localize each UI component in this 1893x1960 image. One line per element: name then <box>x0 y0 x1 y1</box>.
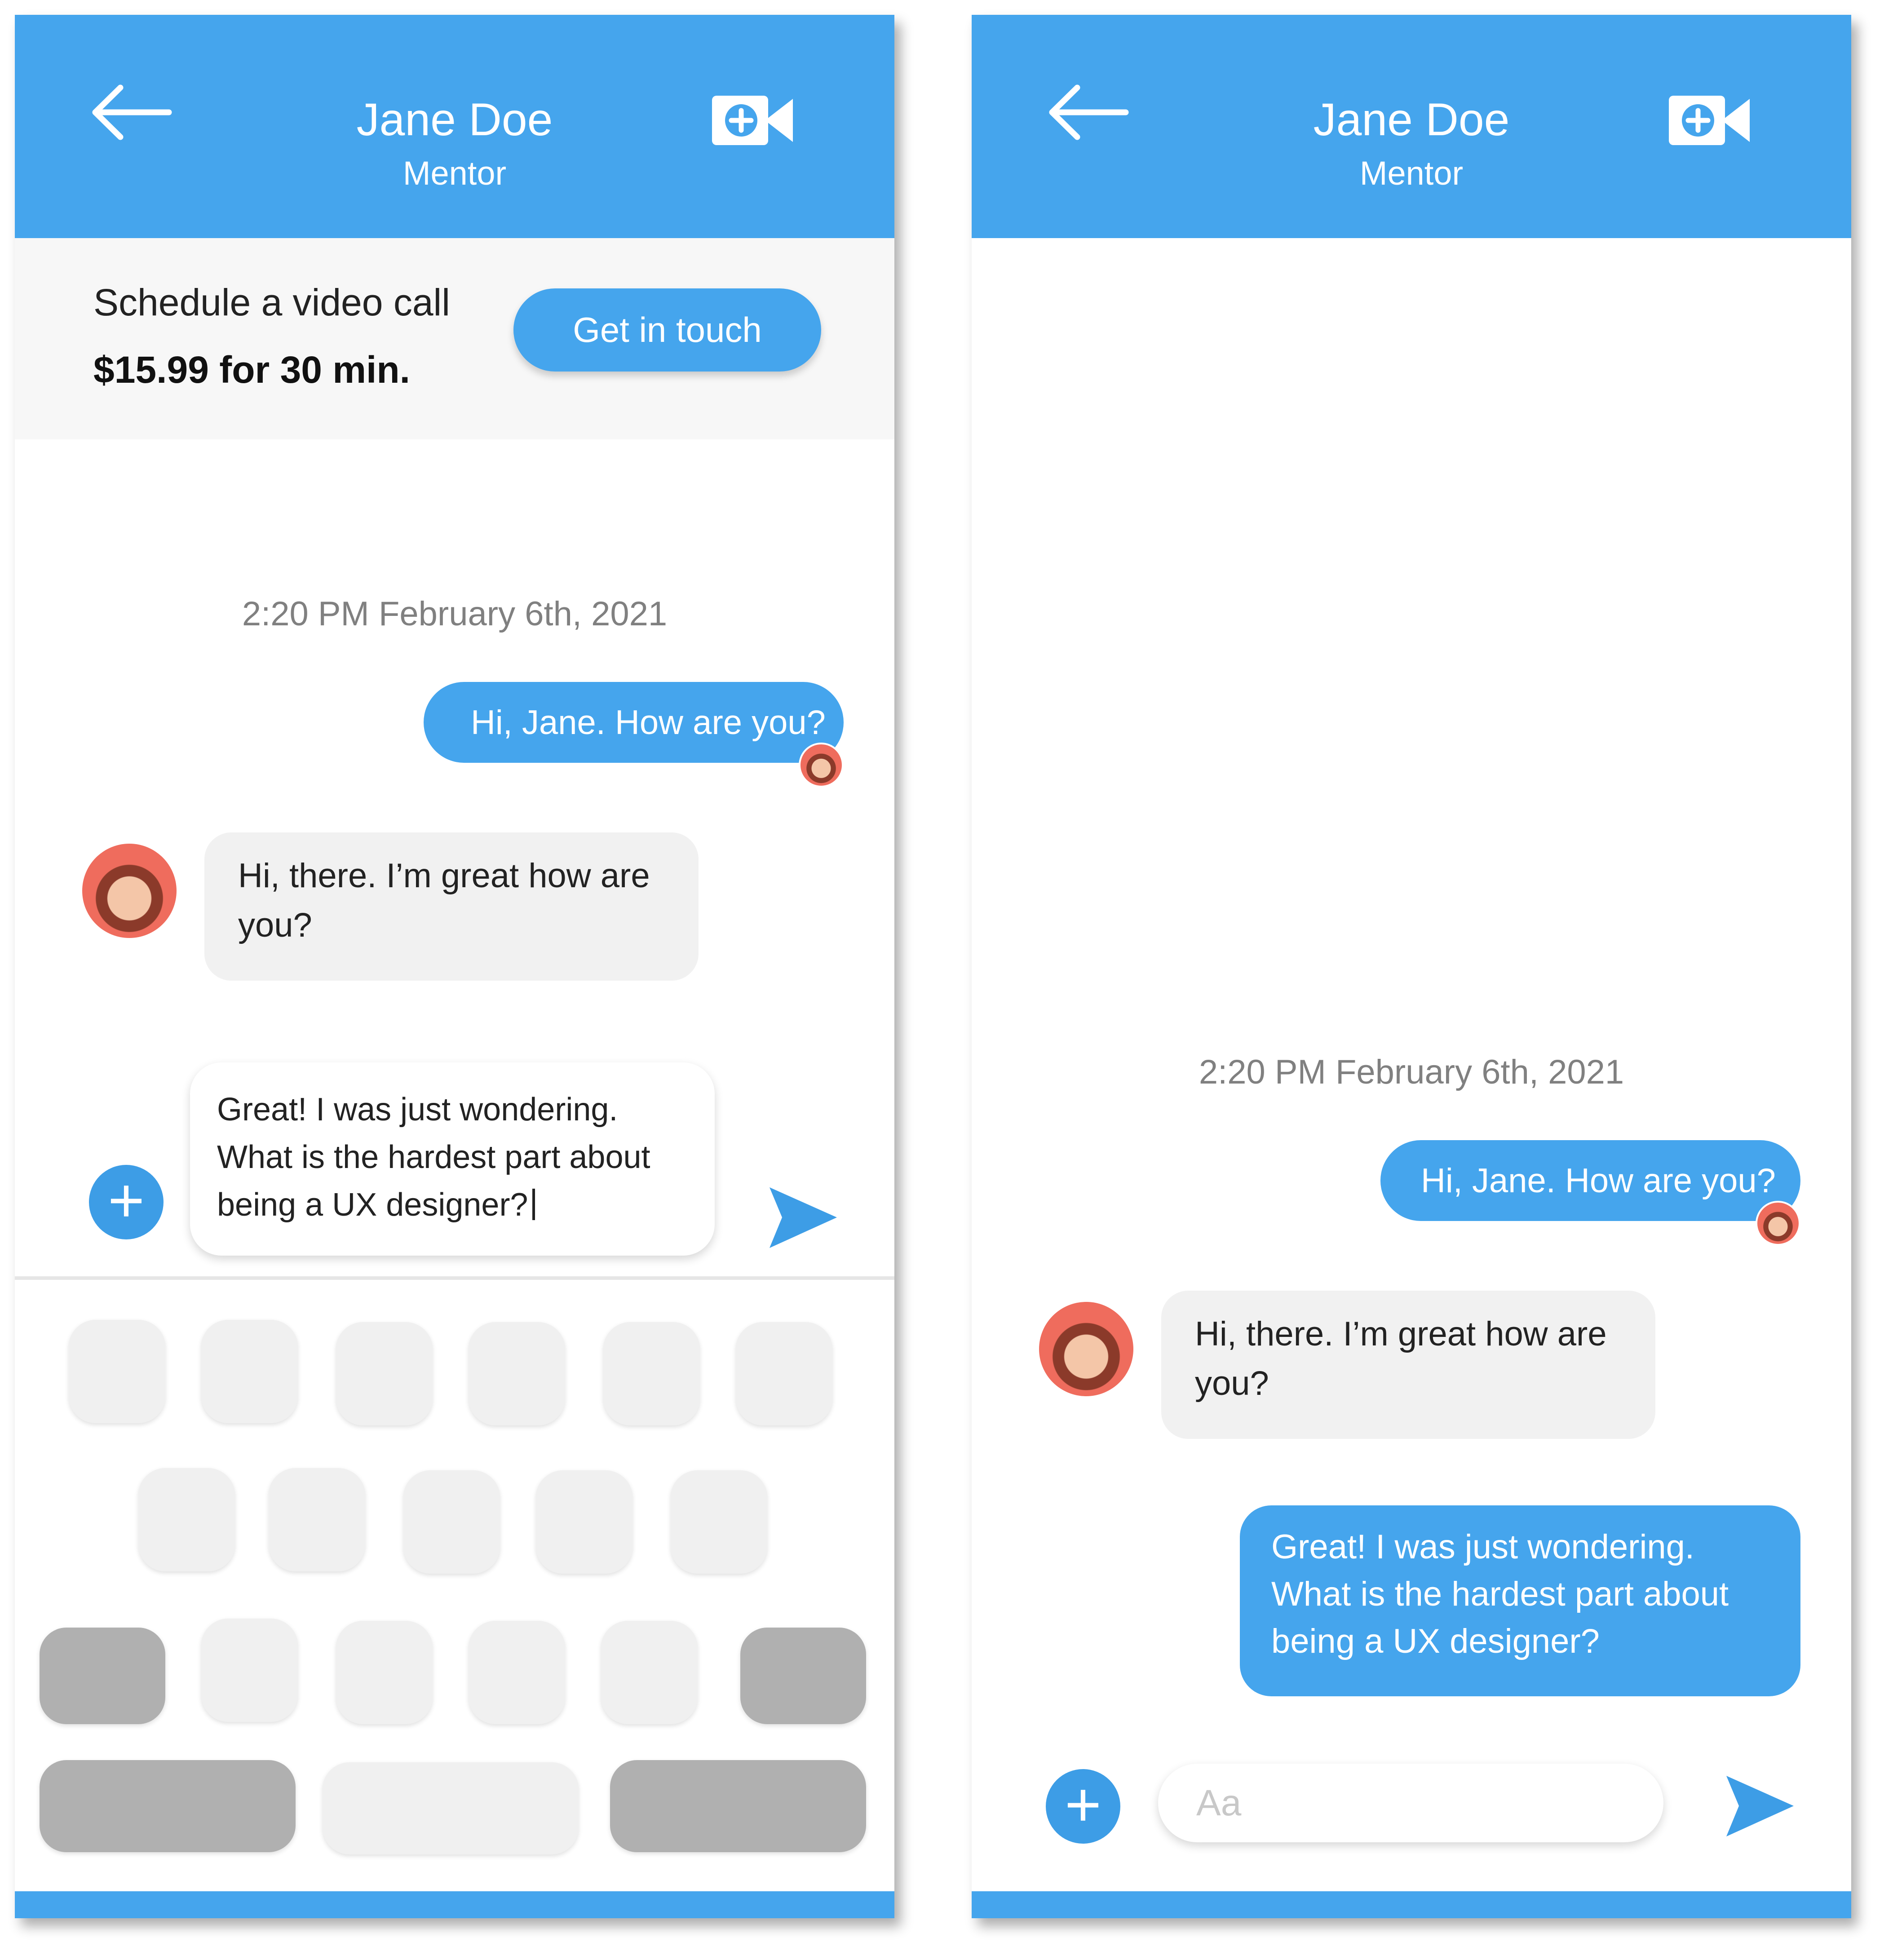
space-key[interactable] <box>323 1762 579 1854</box>
keyboard-key[interactable] <box>69 1320 165 1423</box>
text-cursor <box>532 1189 535 1220</box>
message-text: Hi, there. I’m great how are you? <box>238 857 650 944</box>
contact-role: Mentor <box>1359 155 1464 192</box>
keyboard-key[interactable] <box>536 1470 632 1574</box>
add-attachment-button[interactable]: + <box>1046 1769 1120 1844</box>
contact-avatar <box>82 844 177 938</box>
keyboard-key[interactable] <box>469 1621 565 1724</box>
return-key[interactable] <box>610 1760 866 1852</box>
read-receipt-avatar <box>799 743 844 788</box>
keyboard-key[interactable] <box>736 1322 832 1425</box>
message-text: Great! I was just wondering. What is the… <box>1271 1528 1729 1660</box>
add-attachment-button[interactable]: + <box>89 1165 164 1239</box>
chat-screen-sent: Jane Doe Mentor 2:20 PM February 6th, 20… <box>972 15 1851 1918</box>
contact-role: Mentor <box>402 155 507 192</box>
chat-screen-typing: Jane Doe Mentor Schedule a video call $1… <box>15 15 894 1918</box>
schedule-price: $15.99 for 30 min. <box>93 349 411 391</box>
keyboard-key[interactable] <box>269 1468 365 1571</box>
message-text: Hi, there. I’m great how are you? <box>1195 1315 1607 1403</box>
schedule-label: Schedule a video call <box>93 281 450 323</box>
numbers-key[interactable] <box>40 1760 296 1852</box>
bottom-bar <box>15 1891 894 1918</box>
keyboard-key[interactable] <box>336 1621 433 1724</box>
message-bubble-incoming[interactable]: Hi, there. I’m great how are you? <box>204 832 699 981</box>
keyboard-key[interactable] <box>336 1322 433 1425</box>
backspace-key[interactable] <box>740 1628 866 1724</box>
chat-timestamp: 2:20 PM February 6th, 2021 <box>242 595 668 633</box>
message-text: Hi, Jane. How are you? <box>1421 1161 1776 1200</box>
keyboard-key[interactable] <box>601 1621 698 1724</box>
get-in-touch-button[interactable]: Get in touch <box>513 288 821 372</box>
contact-avatar <box>1039 1302 1133 1396</box>
message-bubble-outgoing[interactable]: Great! I was just wondering. What is the… <box>1240 1505 1800 1696</box>
read-receipt-avatar <box>1756 1201 1800 1246</box>
keyboard-key[interactable] <box>603 1322 700 1425</box>
plus-icon: + <box>108 1165 145 1235</box>
message-bubble-outgoing[interactable]: Hi, Jane. How are you? <box>424 682 844 763</box>
schedule-call-panel: Schedule a video call $15.99 for 30 min.… <box>15 238 894 439</box>
keyboard-divider <box>15 1276 894 1280</box>
message-bubble-incoming[interactable]: Hi, there. I’m great how are you? <box>1161 1291 1655 1439</box>
message-input[interactable] <box>1158 1764 1663 1842</box>
video-call-icon[interactable] <box>1669 93 1750 147</box>
keyboard-key[interactable] <box>201 1320 298 1423</box>
message-bubble-outgoing[interactable]: Hi, Jane. How are you? <box>1380 1140 1800 1221</box>
plus-icon: + <box>1065 1769 1101 1840</box>
keyboard-key[interactable] <box>138 1468 235 1571</box>
chat-header: Jane Doe Mentor <box>15 15 894 238</box>
bottom-bar <box>972 1891 1851 1918</box>
keyboard-key[interactable] <box>469 1322 565 1425</box>
keyboard-key[interactable] <box>671 1470 767 1574</box>
message-text: Hi, Jane. How are you? <box>471 703 826 742</box>
message-composer[interactable]: Great! I was just wondering. What is the… <box>190 1062 715 1256</box>
send-icon[interactable] <box>1726 1776 1794 1836</box>
video-call-icon[interactable] <box>712 93 793 147</box>
keyboard-key[interactable] <box>201 1619 298 1722</box>
send-icon[interactable] <box>770 1187 837 1248</box>
shift-key[interactable] <box>40 1628 165 1724</box>
composer-text: Great! I was just wondering. What is the… <box>217 1092 650 1223</box>
keyboard-key[interactable] <box>403 1470 500 1574</box>
chat-header: Jane Doe Mentor <box>972 15 1851 238</box>
chat-timestamp: 2:20 PM February 6th, 2021 <box>1199 1053 1624 1091</box>
